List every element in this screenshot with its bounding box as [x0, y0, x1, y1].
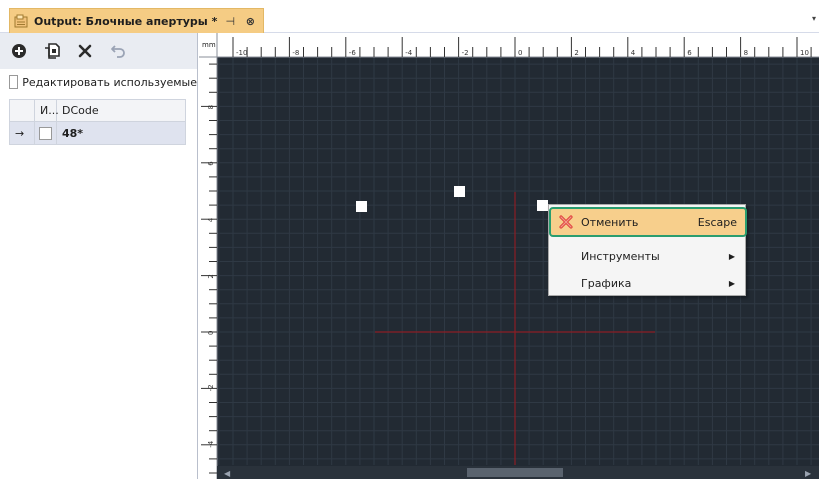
menu-item-graphics-label: Графика	[581, 276, 632, 290]
ruler-y-label: 6	[207, 161, 215, 166]
undo-icon	[111, 45, 125, 58]
ruler-y-label: 4	[207, 217, 215, 222]
menu-item-cancel-shortcut: Escape	[697, 215, 737, 229]
ruler-y-label: -2	[207, 384, 215, 391]
ruler-y-label: 2	[207, 274, 215, 278]
table-row[interactable]: → 48*	[10, 122, 185, 144]
menu-item-graphics[interactable]: Графика ▶	[551, 270, 745, 296]
delete-icon	[78, 44, 92, 58]
scrollbar-thumb	[467, 468, 563, 477]
add-button[interactable]	[8, 40, 30, 62]
panel-toolbar	[0, 33, 197, 69]
menu-item-cancel[interactable]: Отменить Escape	[549, 207, 747, 237]
menu-item-cancel-label: Отменить	[581, 215, 639, 229]
undo-button[interactable]	[107, 40, 129, 62]
submenu-arrow-icon: ▶	[728, 251, 735, 261]
aperture-list-panel: Редактировать используемые И... DCode → …	[0, 33, 198, 479]
ruler-x-label: 6	[687, 49, 692, 57]
ruler-x-label: 10	[800, 49, 809, 57]
delete-button[interactable]	[74, 40, 96, 62]
ruler-x-label: 0	[518, 49, 522, 57]
column-header-dcode[interactable]: DCode	[57, 100, 185, 121]
submenu-arrow-icon: ▶	[728, 278, 735, 288]
edit-used-label: Редактировать используемые	[22, 75, 197, 89]
row-indicator-arrow-icon: →	[10, 122, 35, 144]
tab-output-block-apertures[interactable]: Output: Блочные апертуры * ⊣ ⊗	[9, 8, 265, 33]
ruler-y-label: 8	[207, 105, 215, 109]
column-header-used[interactable]: И...	[35, 100, 59, 121]
scroll-left-arrow-icon: ◀	[224, 469, 231, 478]
close-icon[interactable]: ⊗	[243, 15, 257, 28]
ruler-unit-label: mm	[202, 41, 216, 49]
copy-button[interactable]	[41, 40, 63, 62]
tab-list-dropdown-icon[interactable]: ▾	[812, 14, 816, 23]
column-header-indicator	[10, 100, 35, 121]
ruler-y-label: 0	[207, 331, 215, 335]
ruler-x-label: 4	[631, 49, 636, 57]
ruler-x-label: -4	[405, 49, 413, 57]
scroll-right-arrow-icon: ▶	[805, 469, 812, 478]
aperture-pad	[356, 201, 367, 212]
pin-icon[interactable]: ⊣	[223, 15, 237, 28]
menu-item-tools[interactable]: Инструменты ▶	[551, 243, 745, 269]
aperture-pad	[537, 200, 548, 211]
document-icon	[14, 14, 28, 28]
row-used-cell[interactable]	[35, 122, 57, 144]
edit-used-checkbox[interactable]	[9, 75, 19, 89]
ruler-y-label: -4	[207, 440, 215, 448]
context-menu: Отменить Escape Инструменты ▶ Графика ▶	[548, 204, 747, 296]
dcode-grid: И... DCode → 48*	[9, 99, 186, 145]
cancel-x-icon	[551, 215, 581, 229]
grid-header: И... DCode	[10, 100, 185, 122]
app-window: Output: Блочные апертуры * ⊣ ⊗ ▾ Редакти…	[0, 0, 819, 479]
ruler-x-label: 2	[574, 49, 578, 57]
ruler-x-label: -10	[236, 49, 247, 57]
edit-used-row[interactable]: Редактировать используемые	[0, 69, 197, 95]
ruler-x-label: -8	[292, 49, 299, 57]
copy-icon	[45, 43, 60, 59]
add-icon	[12, 44, 26, 58]
aperture-pad	[454, 186, 465, 197]
ruler-x-label: -6	[349, 49, 357, 57]
row-dcode-cell[interactable]: 48*	[57, 122, 185, 144]
ruler-x-label: 8	[744, 49, 748, 57]
menu-item-tools-label: Инструменты	[581, 249, 660, 263]
vertical-ruler	[199, 33, 217, 479]
row-used-checkbox[interactable]	[39, 126, 52, 140]
tab-title: Output: Блочные апертуры *	[34, 14, 218, 28]
document-tabstrip: Output: Блочные апертуры * ⊣ ⊗ ▾	[0, 0, 819, 33]
ruler-x-label: -2	[462, 49, 469, 57]
